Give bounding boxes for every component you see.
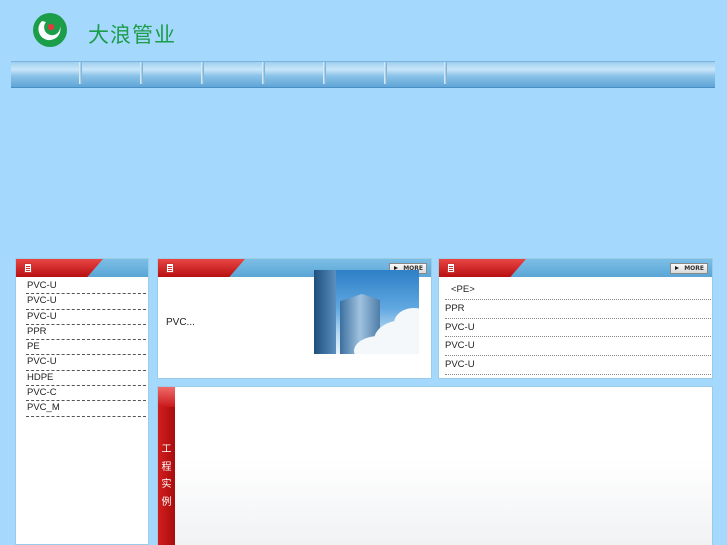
nav-separator	[140, 62, 143, 84]
list-item[interactable]: PE	[26, 340, 146, 356]
nav-separator	[79, 62, 82, 84]
list-item[interactable]: HDPE	[26, 371, 146, 387]
nav-separator	[384, 62, 387, 84]
projects-content-area	[175, 387, 712, 545]
nav-separator	[444, 62, 447, 84]
list-item[interactable]: PVC-U	[445, 337, 711, 357]
panel-tab	[16, 259, 103, 277]
main-nav-bar[interactable]	[11, 61, 715, 88]
list-item[interactable]: PPR	[26, 325, 146, 341]
projects-title: 工 程 实 例	[161, 444, 172, 508]
list-item[interactable]: PPR	[445, 300, 711, 319]
list-item[interactable]: PVC_M	[26, 401, 146, 417]
panel-header: MORE	[439, 259, 712, 277]
panel-tab	[439, 259, 526, 277]
nav-separator	[323, 62, 326, 84]
article-list: <PE> PPR PVC-U PVC-U PVC-U	[445, 281, 711, 375]
nav-separator	[201, 62, 204, 84]
document-icon	[166, 263, 174, 273]
list-item[interactable]: PVC-U	[26, 279, 146, 295]
list-item[interactable]: PVC-C	[26, 386, 146, 402]
panel-header	[16, 259, 148, 277]
product-list: PVC-U PVC-U PVC-U PPR PE PVC-U HDPE PVC-…	[26, 279, 146, 417]
news-panel: MORE PVC...	[157, 258, 432, 379]
nav-separator	[262, 62, 265, 84]
pipe-info-panel: MORE <PE> PPR PVC-U PVC-U PVC-U	[438, 258, 713, 379]
product-category-panel: PVC-U PVC-U PVC-U PPR PE PVC-U HDPE PVC-…	[15, 258, 149, 545]
company-logo[interactable]	[32, 12, 68, 48]
list-item[interactable]: PVC-U	[26, 355, 146, 371]
building-photo[interactable]	[314, 270, 419, 354]
projects-panel: 工 程 实 例	[157, 386, 713, 545]
logo-icon	[33, 13, 67, 47]
list-item[interactable]: PVC-U	[445, 356, 711, 375]
panel-tab	[158, 259, 245, 277]
list-item[interactable]: <PE>	[445, 281, 711, 300]
document-icon	[447, 263, 455, 273]
list-item[interactable]: PVC-U	[26, 310, 146, 325]
side-bar-cap	[158, 387, 175, 407]
news-link[interactable]: PVC...	[166, 317, 195, 328]
brand-name: 大浪管业	[88, 23, 176, 47]
more-button[interactable]: MORE	[670, 263, 708, 274]
list-item[interactable]: PVC-U	[445, 319, 711, 338]
document-icon	[24, 263, 32, 273]
list-item[interactable]: PVC-U	[26, 294, 146, 310]
tower-shape	[314, 270, 336, 354]
projects-side-bar: 工 程 实 例	[158, 387, 175, 545]
